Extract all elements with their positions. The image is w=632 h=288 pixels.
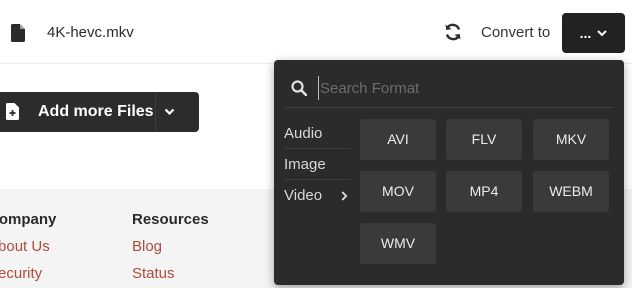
format-avi-button[interactable]: AVI [360,119,436,160]
chevron-down-icon[interactable] [164,108,175,116]
format-flv-button[interactable]: FLV [446,119,522,160]
refresh-icon[interactable] [443,22,463,42]
footer-link-security[interactable]: Security [0,263,56,285]
button-divider [155,92,156,132]
footer-column-resources: Resources Blog Status [132,209,209,288]
convert-to-label: Convert to [481,24,551,41]
format-mov-button[interactable]: MOV [360,171,436,212]
search-icon [291,80,307,96]
category-audio[interactable]: Audio [284,118,350,149]
category-video[interactable]: Video [284,180,350,211]
add-more-files-button[interactable]: Add more Files [0,92,199,132]
category-label: Video [284,187,323,204]
file-name: 4K-hevc.mkv [47,24,134,41]
format-dropdown-panel: Audio Image Video AVI FLV MKV MOV MP4 WE… [274,60,624,285]
footer-column-company: Company About Us Security [0,209,56,288]
format-wmv-button[interactable]: WMV [360,223,436,264]
file-icon [11,24,25,42]
file-row: 4K-hevc.mkv Convert to ... [0,0,632,64]
format-mp4-button[interactable]: MP4 [446,171,522,212]
format-search-row [284,72,614,108]
footer-link-blog[interactable]: Blog [132,236,209,258]
footer-heading: Company [0,211,57,228]
footer-link-about-us[interactable]: About Us [0,236,56,258]
format-select-value: ... [579,25,592,41]
format-search-input[interactable] [318,76,608,100]
category-label: Image [284,156,326,173]
footer-link-status[interactable]: Status [132,263,209,285]
format-webm-button[interactable]: WEBM [533,171,609,212]
chevron-down-icon [597,29,608,36]
category-label: Audio [284,125,323,142]
add-more-files-label: Add more Files [38,103,154,120]
category-image[interactable]: Image [284,149,350,180]
file-plus-icon [6,103,19,120]
footer-heading: Resources [132,211,209,228]
format-categories: Audio Image Video [284,118,350,211]
format-mkv-button[interactable]: MKV [533,119,609,160]
format-select-button[interactable]: ... [562,13,625,53]
chevron-right-icon [341,191,348,201]
